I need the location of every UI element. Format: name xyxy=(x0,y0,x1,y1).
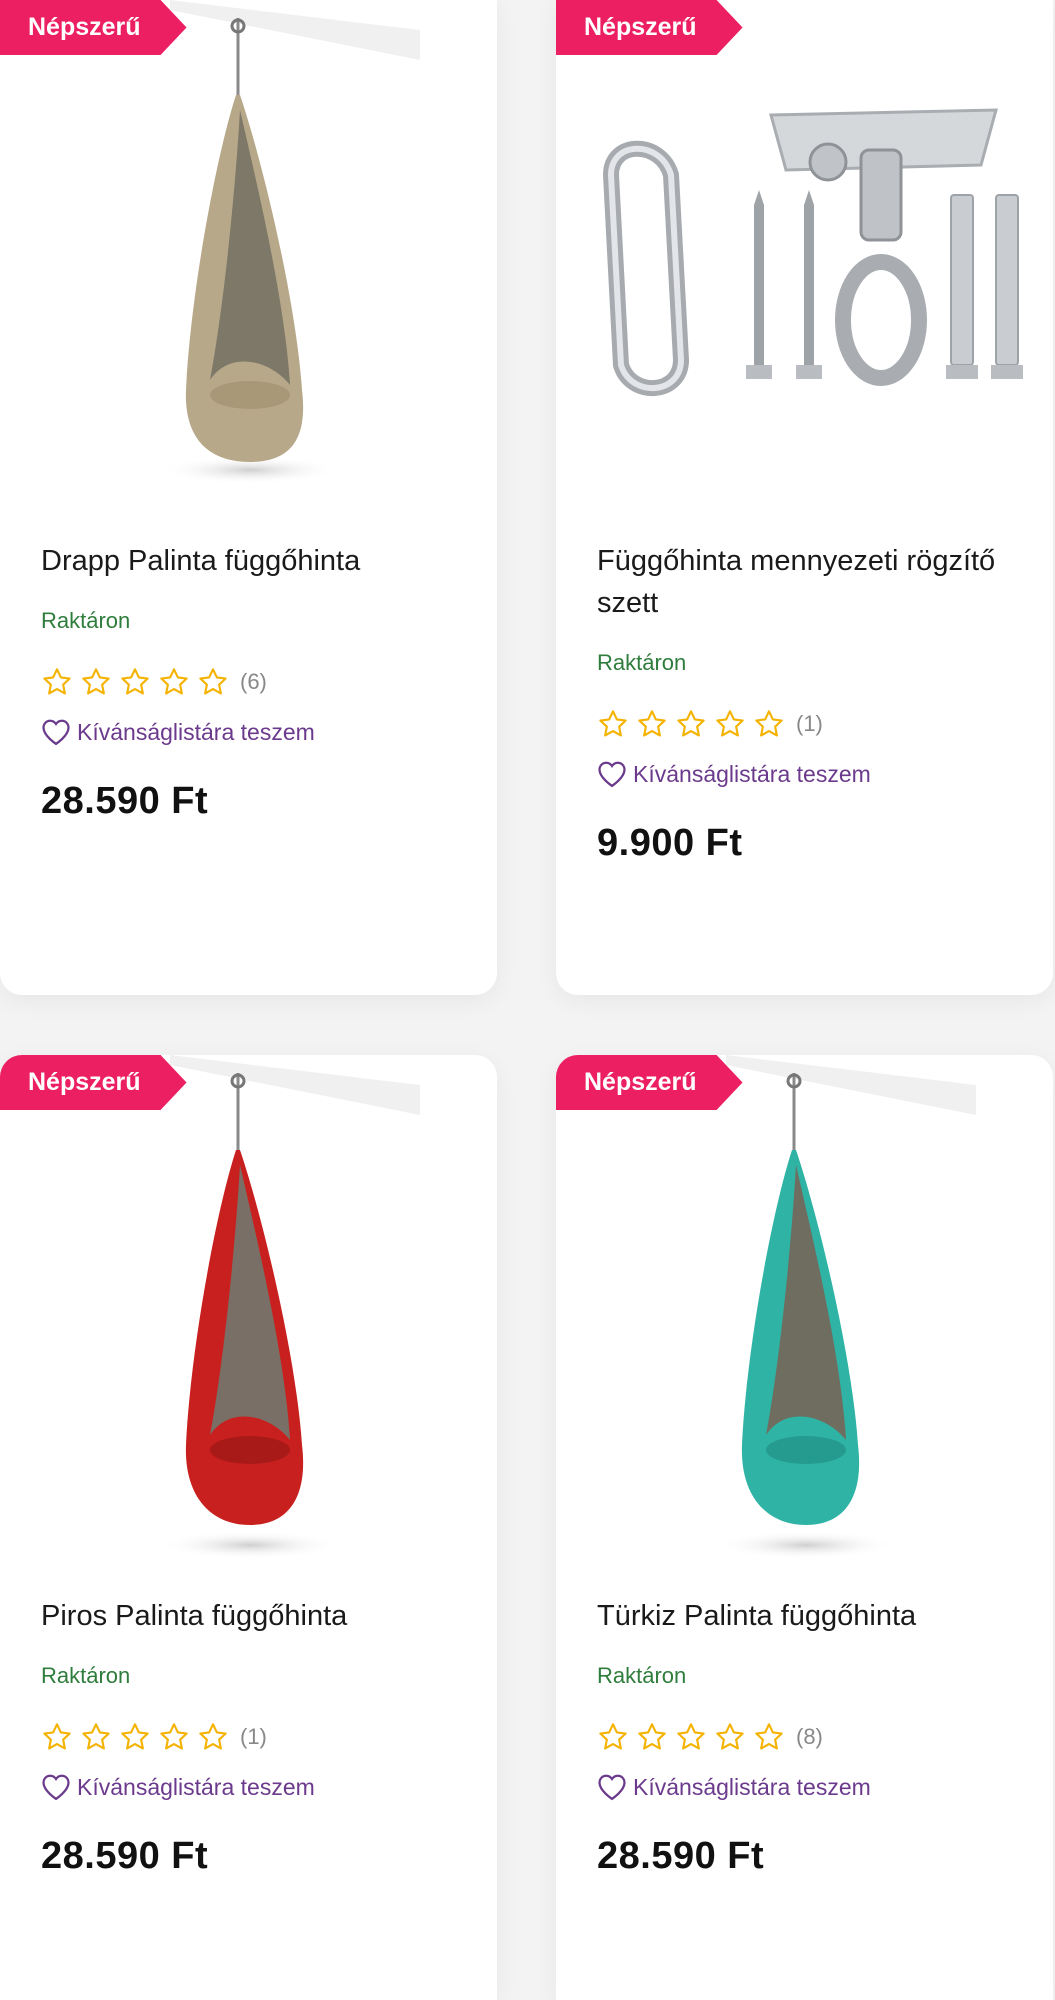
rating-count: (1) xyxy=(240,1724,267,1749)
product-image[interactable] xyxy=(556,0,1053,520)
wishlist-button[interactable]: Kívánságlistára teszem xyxy=(41,1773,467,1801)
popular-badge: Népszerű xyxy=(556,1055,743,1110)
product-title[interactable]: Piros Palinta függőhinta xyxy=(41,1595,467,1637)
product-image[interactable] xyxy=(556,1055,1053,1575)
star-icon xyxy=(755,710,783,737)
star-icon xyxy=(716,1723,744,1750)
star-icon xyxy=(716,710,744,737)
star-icon xyxy=(82,668,110,695)
product-card[interactable]: Népszerű Függőhinta mennyezeti rögzítő s… xyxy=(556,0,1053,995)
star-icon xyxy=(638,1723,666,1750)
product-card[interactable]: Népszerű Türkiz Palinta függőhinta Raktá… xyxy=(556,1055,1053,2000)
price: 28.590 Ft xyxy=(41,780,209,822)
popular-badge: Népszerű xyxy=(0,0,187,55)
heart-icon xyxy=(42,719,70,746)
wishlist-button[interactable]: Kívánságlistára teszem xyxy=(41,718,467,746)
price: 9.900 Ft xyxy=(597,822,743,864)
star-icon xyxy=(638,710,666,737)
rating[interactable]: (1) xyxy=(41,1719,467,1755)
star-icon xyxy=(43,1723,71,1750)
star-icon xyxy=(199,668,227,695)
popular-badge: Népszerű xyxy=(0,1055,187,1110)
product-image[interactable] xyxy=(0,0,497,520)
popular-badge: Népszerű xyxy=(556,0,743,55)
wishlist-button[interactable]: Kívánságlistára teszem xyxy=(597,1773,1023,1801)
rating-count: (6) xyxy=(240,669,267,694)
star-icon xyxy=(121,1723,149,1750)
star-icon xyxy=(599,710,627,737)
heart-icon xyxy=(42,1774,70,1801)
stock-status: Raktáron xyxy=(597,1663,687,1688)
stock-status: Raktáron xyxy=(41,1663,131,1688)
product-title[interactable]: Drapp Palinta függőhinta xyxy=(41,540,467,582)
rating-count: (1) xyxy=(796,711,823,736)
price: 28.590 Ft xyxy=(597,1835,765,1877)
rating[interactable]: (1) xyxy=(597,706,1023,742)
star-icon xyxy=(121,668,149,695)
product-title[interactable]: Türkiz Palinta függőhinta xyxy=(597,1595,1023,1637)
rating-count: (8) xyxy=(796,1724,823,1749)
rating[interactable]: (8) xyxy=(597,1719,1023,1755)
star-icon xyxy=(82,1723,110,1750)
star-icon xyxy=(160,1723,188,1750)
star-icon xyxy=(599,1723,627,1750)
product-card[interactable]: Népszerű Piros Palinta függőhinta Raktár… xyxy=(0,1055,497,2000)
heart-icon xyxy=(598,761,626,788)
wishlist-label: Kívánságlistára teszem xyxy=(77,1773,315,1800)
product-grid: Népszerű Drapp Palinta függőhinta Raktár… xyxy=(0,0,1055,2000)
star-icon xyxy=(677,710,705,737)
star-icon xyxy=(160,668,188,695)
price: 28.590 Ft xyxy=(41,1835,209,1877)
star-icon xyxy=(755,1723,783,1750)
wishlist-label: Kívánságlistára teszem xyxy=(77,718,315,745)
product-title[interactable]: Függőhinta mennyezeti rögzítő szett xyxy=(597,540,1023,624)
stock-status: Raktáron xyxy=(597,650,687,675)
wishlist-label: Kívánságlistára teszem xyxy=(633,760,871,787)
product-card[interactable]: Népszerű Drapp Palinta függőhinta Raktár… xyxy=(0,0,497,995)
star-icon xyxy=(43,668,71,695)
stock-status: Raktáron xyxy=(41,608,131,633)
star-icon xyxy=(677,1723,705,1750)
product-image[interactable] xyxy=(0,1055,497,1575)
wishlist-button[interactable]: Kívánságlistára teszem xyxy=(597,760,1023,788)
star-icon xyxy=(199,1723,227,1750)
heart-icon xyxy=(598,1774,626,1801)
wishlist-label: Kívánságlistára teszem xyxy=(633,1773,871,1800)
rating[interactable]: (6) xyxy=(41,664,467,700)
